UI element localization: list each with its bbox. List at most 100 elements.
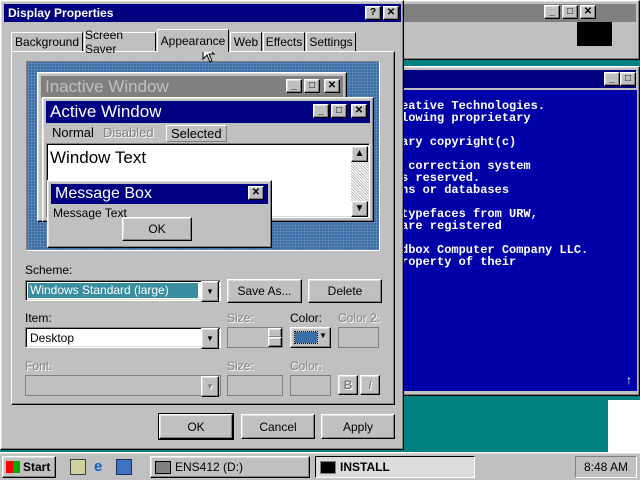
console-window: _ □ eative Technologies. lowing proprieta…	[395, 66, 640, 396]
preview-active-maximize-icon: □	[331, 104, 347, 118]
preview-scroll-up-icon: ▲	[351, 146, 368, 162]
preview-menu-normal: Normal	[52, 125, 94, 140]
preview-menu-disabled: Disabled	[103, 125, 154, 140]
font-color-button	[290, 375, 331, 396]
cancel-button[interactable]: Cancel	[241, 414, 315, 439]
dialog-titlebar[interactable]: Display Properties	[4, 4, 401, 22]
console-line: roperty of their	[401, 255, 517, 269]
preview-menu-selected: Selected	[166, 125, 227, 142]
quick-launch: e	[62, 457, 142, 477]
scheme-dropdown-icon[interactable]: ▼	[201, 281, 219, 302]
preview-active-minimize-icon: _	[313, 104, 329, 118]
console-titlebar[interactable]	[399, 70, 636, 88]
font-size-label: Size:	[227, 359, 254, 373]
font-select: ▼	[25, 375, 221, 397]
color-swatch	[294, 331, 318, 344]
tab-strip: Background Screen Saver Appearance Web Effec…	[11, 28, 391, 56]
color-label: Color:	[290, 311, 323, 325]
outlook-express-icon[interactable]	[116, 459, 132, 475]
preview-inactive-minimize-icon: _	[286, 79, 302, 93]
msdos-icon	[320, 460, 336, 474]
console-line: are registered	[401, 219, 502, 233]
console-minimize-icon[interactable]: _	[604, 72, 620, 86]
preview-msgbox-close-icon: ✕	[248, 186, 264, 200]
scheme-select[interactable]: Windows Standard (large) ▼	[25, 280, 221, 302]
taskbar-item-ens412-label: ENS412 (D:)	[175, 460, 244, 474]
font-dropdown-icon: ▼	[201, 376, 219, 397]
apply-button[interactable]: Apply	[321, 414, 395, 439]
scheme-label: Scheme:	[25, 263, 73, 277]
font-label: Font:	[25, 359, 53, 373]
console-line: ns or databases	[401, 183, 510, 197]
tab-effects[interactable]: Effects	[263, 32, 305, 51]
preview-msgbox-ok-button: OK	[122, 217, 192, 241]
console-maximize-icon[interactable]: □	[620, 72, 636, 86]
preview-message-box: Message Box ✕ Message Text OK	[47, 180, 272, 248]
start-label: Start	[23, 460, 51, 474]
help-button[interactable]: ?	[365, 6, 381, 20]
tab-screen-saver[interactable]: Screen Saver	[84, 28, 156, 56]
close-button[interactable]: ✕	[383, 6, 399, 20]
color-dropdown-icon: ▼	[319, 331, 327, 340]
bold-button: B	[338, 375, 358, 395]
tab-appearance[interactable]: Appearance	[157, 29, 229, 52]
delete-button[interactable]: Delete	[308, 279, 382, 303]
dialog-title: Display Properties	[8, 6, 114, 20]
scroll-up-icon[interactable]: ↑	[621, 373, 637, 389]
console-scrollbar[interactable]: ↑	[621, 90, 637, 391]
maximize-icon[interactable]: □	[562, 5, 578, 19]
tab-settings[interactable]: Settings	[306, 32, 356, 51]
size-spin-down-icon	[268, 337, 282, 347]
ok-button[interactable]: OK	[158, 413, 234, 440]
item-dropdown-icon[interactable]: ▼	[201, 328, 219, 349]
start-button[interactable]: Start	[2, 456, 56, 478]
console-text: eative Technologies. lowing proprietary ar…	[401, 100, 621, 268]
display-properties-dialog: Display Properties ? ✕ Background Screen …	[0, 0, 404, 450]
system-tray: 8:48 AM	[575, 456, 637, 478]
color-picker-button[interactable]: ▼	[290, 327, 331, 348]
tab-web[interactable]: Web	[230, 32, 262, 51]
close-icon[interactable]: ✕	[580, 5, 596, 19]
tab-background[interactable]: Background	[11, 32, 83, 51]
console-line: lowing proprietary	[401, 111, 531, 125]
item-label: Item:	[25, 311, 52, 325]
taskbar-item-install-label: INSTALL	[340, 460, 390, 474]
size-spinner	[227, 327, 283, 348]
preview-active-close-icon: ✕	[351, 104, 367, 118]
item-select[interactable]: Desktop ▼	[25, 327, 221, 349]
preview-inactive-maximize-icon: □	[304, 79, 320, 93]
preview-scrollbar: ▲ ▼	[351, 146, 368, 217]
font-color-label: Color:	[290, 359, 323, 373]
save-as-button[interactable]: Save As...	[227, 279, 302, 303]
windows-logo-icon	[6, 461, 20, 473]
preview-msgbox-title: Message Box	[55, 185, 152, 202]
color2-picker-button	[338, 327, 379, 348]
preview-msgbox-titlebar: Message Box	[51, 184, 268, 204]
show-desktop-icon[interactable]	[70, 459, 86, 475]
internet-explorer-icon[interactable]: e	[94, 459, 110, 475]
taskbar: Start e ENS412 (D:) INSTALL 8:48 AM	[0, 452, 640, 480]
console-content: eative Technologies. lowing proprietary ar…	[399, 90, 621, 391]
color2-label: Color 2:	[338, 311, 381, 325]
italic-button: I	[360, 375, 380, 395]
background-window-titlebar[interactable]	[399, 4, 636, 22]
taskbar-item-install[interactable]: INSTALL	[315, 456, 475, 478]
preview-msgbox-text: Message Text	[53, 206, 127, 220]
drive-icon	[155, 460, 171, 474]
clock[interactable]: 8:48 AM	[584, 460, 628, 474]
item-value: Desktop	[30, 331, 75, 345]
preview-inactive-title: Inactive Window	[45, 77, 169, 96]
desktop-icon-image[interactable]	[608, 400, 640, 452]
console-line: ary copyright(c)	[401, 135, 517, 149]
font-size-select	[227, 375, 283, 396]
preview-menu-bar: Normal Disabled Selected	[46, 125, 370, 142]
preview-area: Inactive Window _ □ ✕ Active Window _ □ …	[26, 61, 380, 251]
minimize-icon[interactable]: _	[544, 5, 560, 19]
taskbar-item-ens412[interactable]: ENS412 (D:)	[150, 456, 310, 478]
scheme-value: Windows Standard (large)	[28, 283, 198, 298]
preview-inactive-close-icon: ✕	[324, 79, 340, 93]
background-window-icon	[577, 22, 612, 46]
preview-window-text: Window Text	[50, 148, 147, 167]
preview-active-title: Active Window	[50, 102, 162, 121]
size-label: Size:	[227, 311, 254, 325]
